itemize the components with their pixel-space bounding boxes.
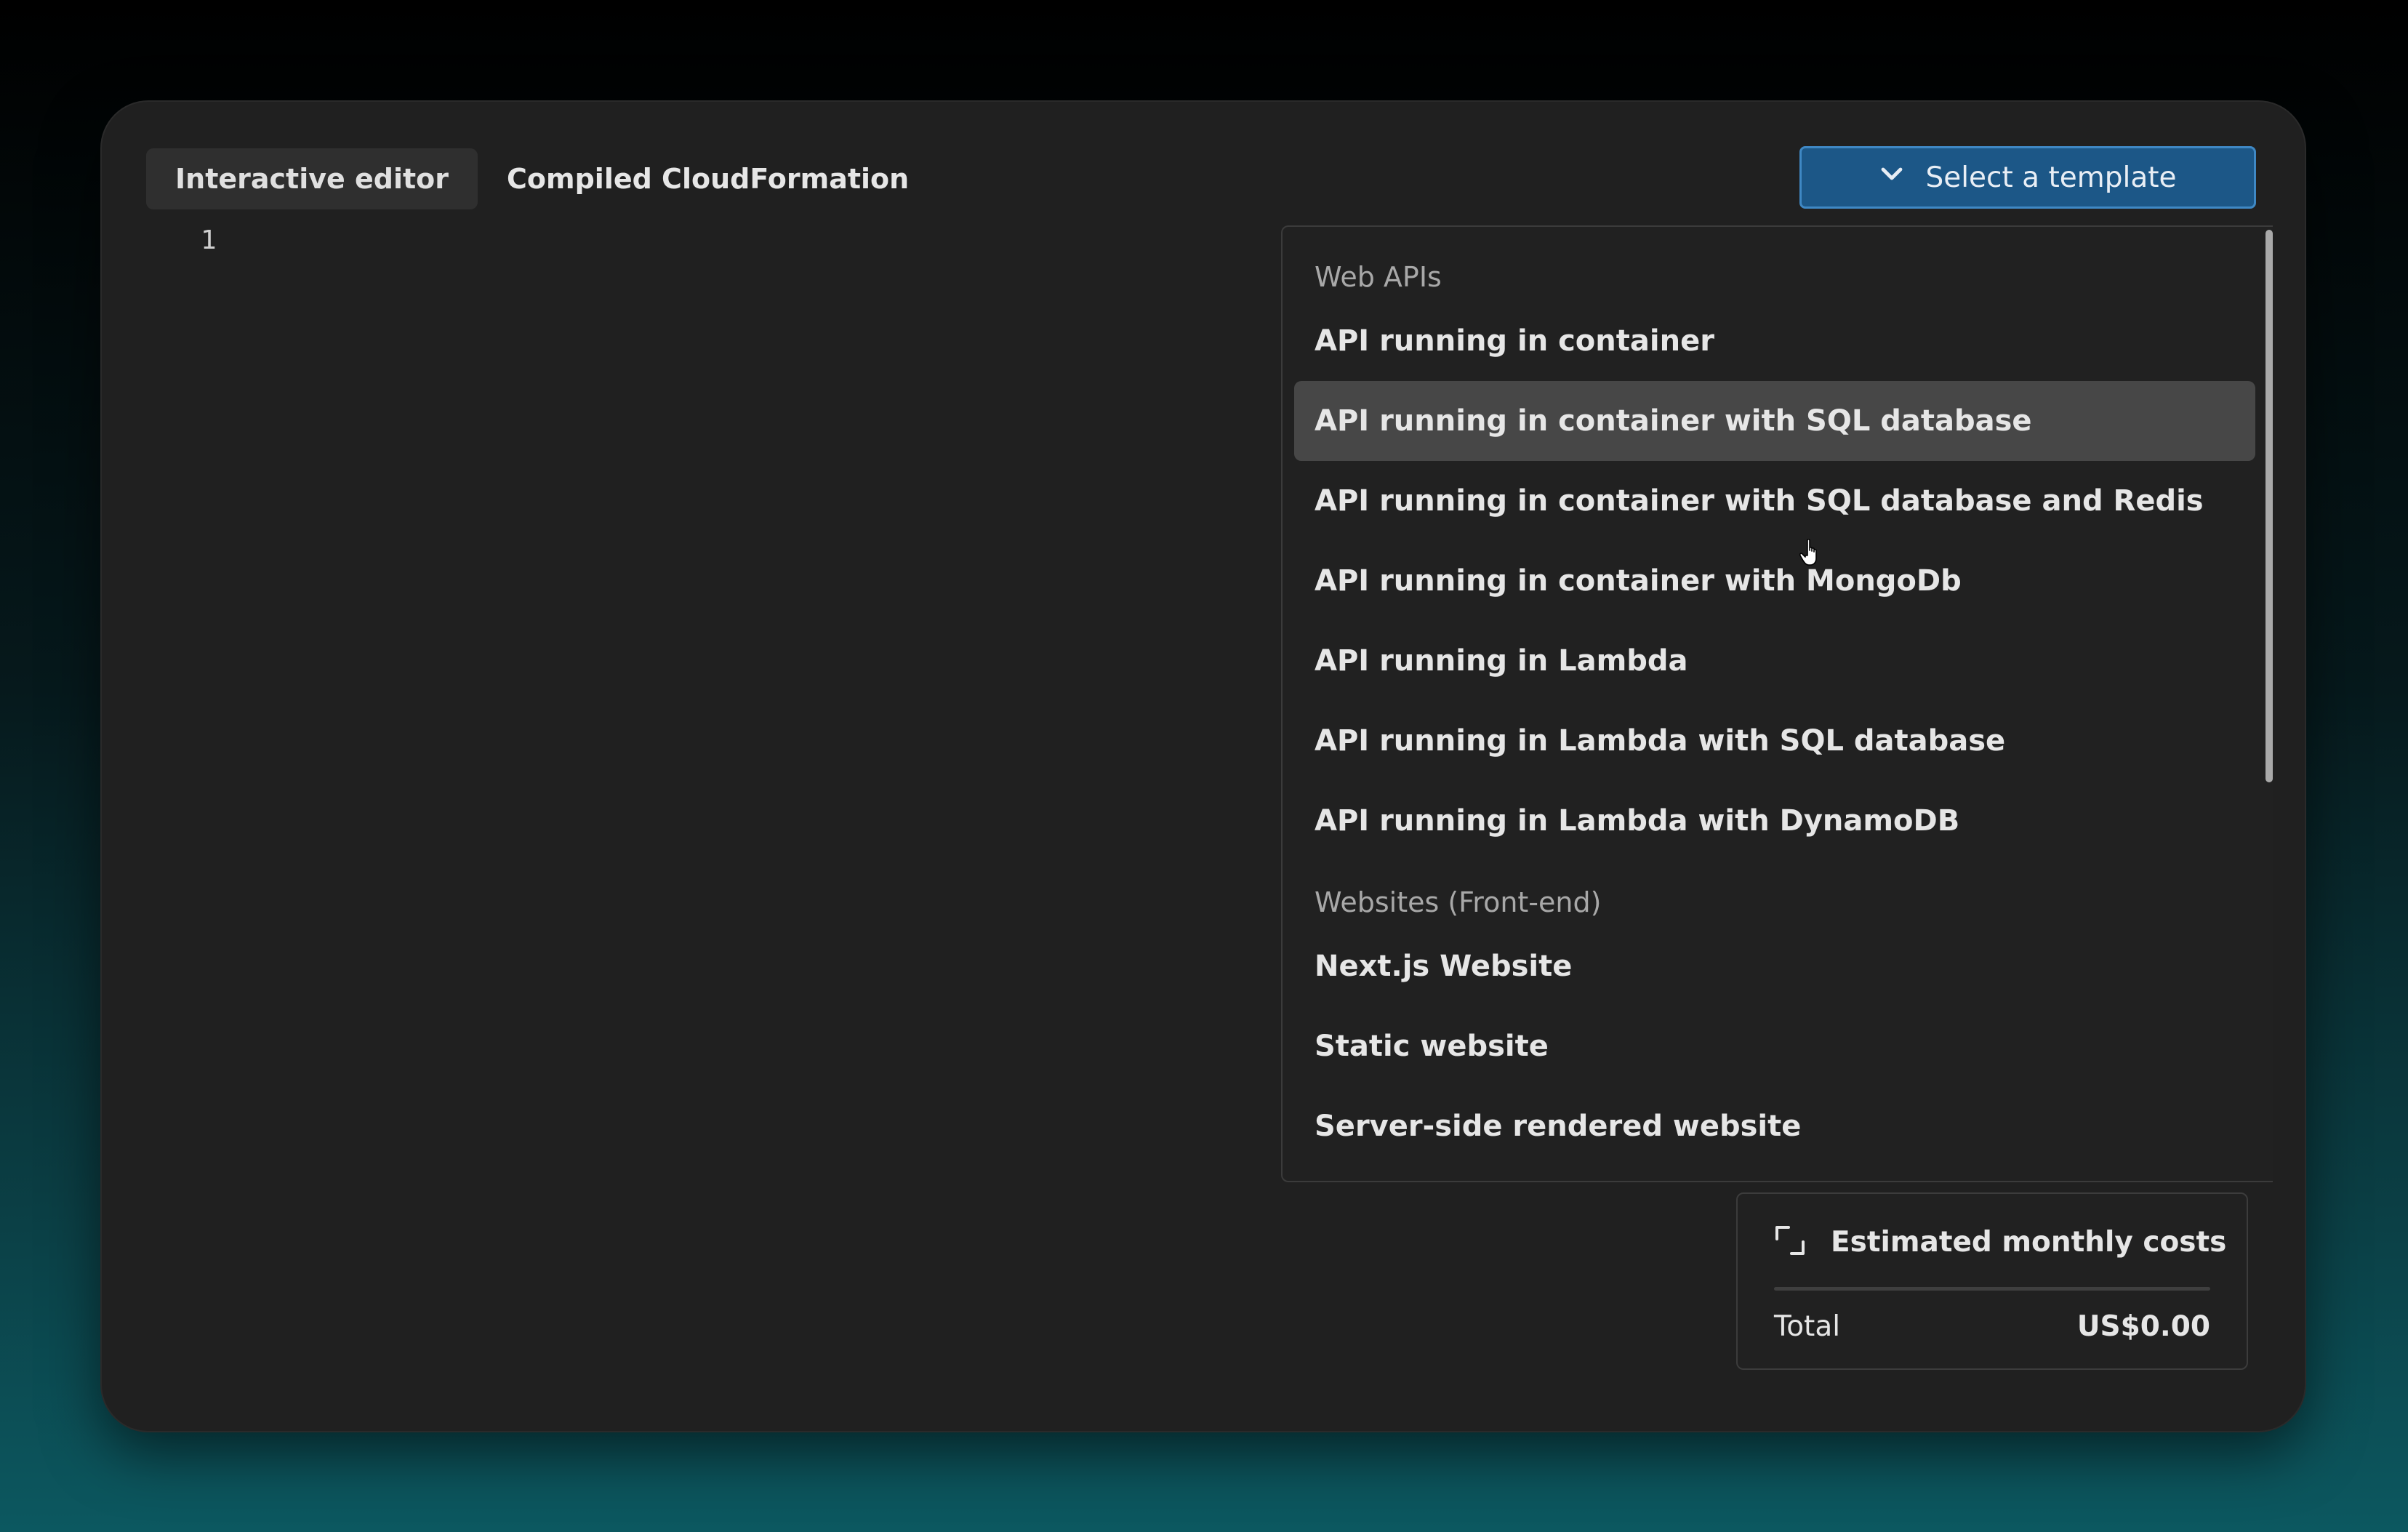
select-template-button[interactable]: Select a template — [1799, 146, 2256, 209]
estimated-costs-panel: Estimated monthly costs Total US$0.00 — [1736, 1192, 2248, 1370]
option-api-lambda-sql[interactable]: API running in Lambda with SQL database — [1294, 701, 2255, 781]
template-dropdown: Web APIs API running in container API ru… — [1281, 225, 2273, 1182]
option-ssr-website[interactable]: Server-side rendered website — [1294, 1086, 2255, 1166]
group-heading-web-apis: Web APIs — [1315, 261, 1442, 293]
option-api-container-sql[interactable]: API running in container with SQL databa… — [1294, 381, 2255, 461]
tab-bar: Interactive editor Compiled CloudFormati… — [146, 148, 938, 209]
cost-total-row: Total US$0.00 — [1774, 1310, 2210, 1343]
option-nextjs-website[interactable]: Next.js Website — [1294, 926, 2255, 1006]
select-template-label: Select a template — [1925, 161, 2177, 194]
option-api-lambda-dynamodb[interactable]: API running in Lambda with DynamoDB — [1294, 781, 2255, 861]
app-card: Interactive editor Compiled CloudFormati… — [102, 102, 2305, 1431]
option-static-website[interactable]: Static website — [1294, 1006, 2255, 1086]
cost-total-label: Total — [1774, 1310, 1841, 1343]
editor-line-number: 1 — [201, 225, 217, 255]
option-api-container-mongodb[interactable]: API running in container with MongoDb — [1294, 541, 2255, 621]
group-heading-websites: Websites (Front-end) — [1315, 886, 1602, 918]
tab-compiled-cloudformation[interactable]: Compiled CloudFormation — [478, 148, 938, 209]
dropdown-scrollbar[interactable] — [2265, 230, 2273, 782]
option-api-container[interactable]: API running in container — [1294, 301, 2255, 381]
cost-total-value: US$0.00 — [2076, 1310, 2210, 1343]
cost-divider — [1774, 1287, 2210, 1291]
option-api-lambda[interactable]: API running in Lambda — [1294, 621, 2255, 701]
expand-icon[interactable] — [1774, 1224, 1806, 1259]
chevron-down-icon — [1879, 161, 1905, 194]
cost-title: Estimated monthly costs — [1831, 1225, 2227, 1259]
tab-interactive-editor[interactable]: Interactive editor — [146, 148, 478, 209]
hand-pointer-icon — [1799, 538, 1824, 567]
option-api-container-sql-redis[interactable]: API running in container with SQL databa… — [1294, 461, 2255, 541]
template-list: Web APIs API running in container API ru… — [1294, 227, 2255, 1166]
cost-header: Estimated monthly costs — [1774, 1224, 2226, 1259]
